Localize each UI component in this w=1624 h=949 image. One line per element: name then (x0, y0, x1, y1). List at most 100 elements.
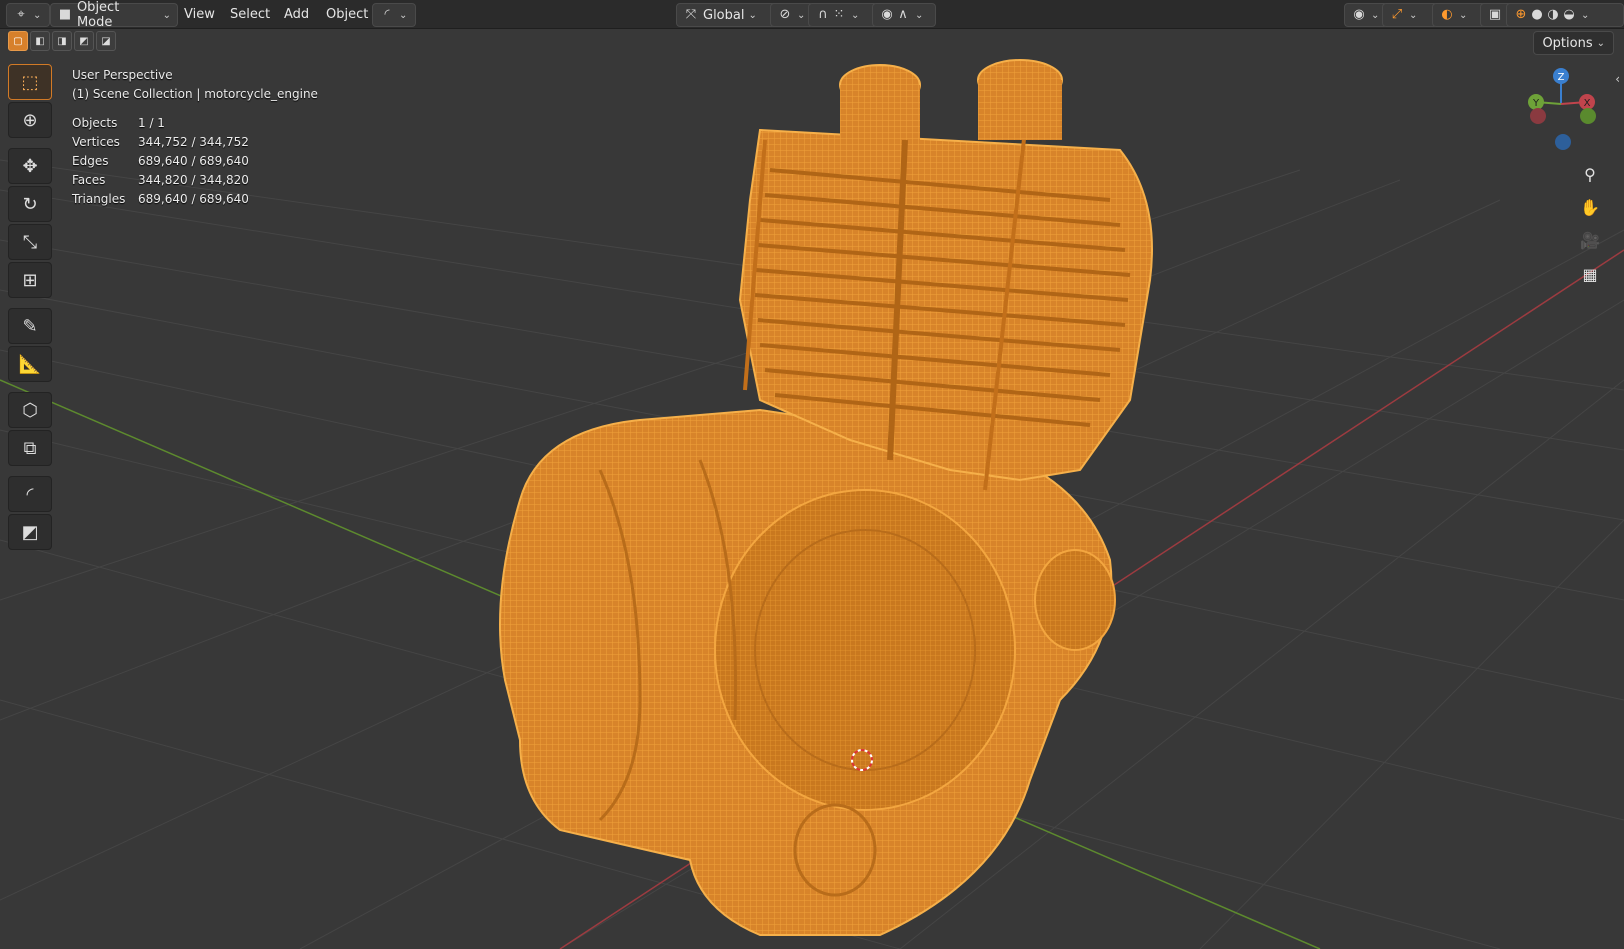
proportional-edit-icon: ◉ (881, 7, 893, 22)
material-shading-icon[interactable]: ◑ (1545, 7, 1561, 23)
editor-type-button[interactable]: ⌖ ⌄ (6, 3, 50, 27)
chevron-down-icon: ⌄ (748, 9, 757, 21)
move-tool[interactable]: ✥ (8, 148, 52, 184)
orientation-dropdown[interactable]: ⤧ Global ⌄ (676, 3, 778, 27)
orientation-icon: ⤧ (685, 7, 697, 22)
chevron-down-icon: ⌄ (162, 9, 171, 21)
chevron-down-icon: ⌄ (1371, 9, 1380, 21)
shear-tool[interactable]: ⧉ (8, 430, 52, 466)
orientation-label: Global (703, 7, 745, 23)
curve-icon: ◜ (384, 7, 390, 22)
stat-value: 344,752 / 344,752 (138, 135, 249, 149)
rotate-icon: ↻ (22, 193, 38, 215)
y-axis-label: Y (1532, 98, 1540, 109)
shading-buttons[interactable]: ⊕ ● ◑ ◒ ⌄ (1506, 3, 1624, 27)
stat-label: Triangles (72, 192, 126, 206)
zoom-icon[interactable]: ⚲ (1576, 160, 1604, 188)
pan-hand-icon[interactable]: ✋ (1576, 193, 1604, 221)
transform-icon: ⊞ (22, 269, 38, 291)
wireframe-shading-icon[interactable]: ⊕ (1513, 7, 1529, 23)
chevron-down-icon: ⌄ (399, 9, 408, 21)
scale-tool[interactable]: ⤡ (8, 224, 52, 260)
transform-tool[interactable]: ⊞ (8, 262, 52, 298)
select-new-icon[interactable]: ▢ (8, 31, 28, 51)
cursor-icon: ⊕ (22, 109, 38, 131)
pivot-icon: ⊘ (779, 7, 791, 22)
chevron-down-icon: ⌄ (1459, 9, 1468, 21)
snap-button[interactable]: ∩ ⁙ ⌄ (808, 3, 878, 27)
measure-icon: 📐 (18, 353, 42, 375)
stat-label: Edges (72, 154, 109, 168)
select-box-tool[interactable]: ⬚ (8, 64, 52, 100)
neg-z-handle[interactable] (1555, 134, 1571, 150)
camera-view-icon[interactable]: 🎥 (1576, 226, 1604, 254)
gizmo-toggle-button[interactable]: ⤢ ⌄ (1382, 3, 1438, 27)
curve-tool[interactable]: ◜ (8, 476, 52, 512)
header-bar: ⌖ ⌄ ■ Object Mode ⌄ View Select Add Objec… (0, 0, 1624, 30)
cursor-tool[interactable]: ⊕ (8, 102, 52, 138)
eye-icon: ◉ (1353, 7, 1365, 22)
viewport-info-overlay: User Perspective (1) Scene Collection | … (72, 66, 318, 209)
chevron-down-icon: ⌄ (1581, 9, 1590, 21)
rotate-tool[interactable]: ↻ (8, 186, 52, 222)
stat-row: Faces 344,820 / 344,820 (72, 171, 318, 190)
mode-dropdown[interactable]: ■ Object Mode ⌄ (50, 0, 178, 30)
scale-icon: ⤡ (22, 231, 38, 253)
navigation-gizmo[interactable]: Z Y X (1516, 64, 1606, 164)
select-invert-icon[interactable]: ◩ (74, 31, 94, 51)
select-intersect-icon[interactable]: ◪ (96, 31, 116, 51)
annotate-icon: ✎ (22, 315, 38, 337)
add-cube-icon: ⬡ (22, 399, 38, 421)
stat-label: Vertices (72, 135, 120, 149)
scene-statistics: Objects 1 / 1 Vertices 344,752 / 344,752 E… (72, 114, 318, 209)
options-label: Options (1542, 35, 1593, 51)
collection-line: (1) Scene Collection | motorcycle_engine (72, 87, 318, 101)
stat-row: Edges 689,640 / 689,640 (72, 152, 318, 171)
select-subtract-icon[interactable]: ◨ (52, 31, 72, 51)
neg-y-handle[interactable] (1580, 108, 1596, 124)
snap-grid-icon: ⁙ (833, 7, 845, 22)
stat-value: 344,820 / 344,820 (138, 173, 249, 187)
chevron-down-icon: ⌄ (797, 9, 806, 21)
chevron-down-icon: ⌄ (915, 9, 924, 21)
chevron-down-icon: ⌄ (1409, 9, 1418, 21)
menu-view[interactable]: View (176, 3, 223, 25)
tool-shelf: ⬚ ⊕ ✥ ↻ ⤡ ⊞ ✎ 📐 ⬡ ⧉ ◜ ◩ (8, 64, 52, 550)
select-extend-icon[interactable]: ◧ (30, 31, 50, 51)
solid-shading-icon[interactable]: ● (1529, 7, 1545, 23)
chevron-down-icon: ⌄ (33, 9, 42, 21)
move-icon: ✥ (22, 155, 38, 177)
menu-select[interactable]: Select (222, 3, 278, 25)
stat-value: 689,640 / 689,640 (138, 154, 249, 168)
curve-icon: ◜ (26, 483, 34, 505)
gizmo-options-button[interactable]: ◜ ⌄ (372, 3, 416, 27)
orthographic-toggle-icon[interactable]: ▦ (1576, 260, 1604, 288)
view-name: User Perspective (72, 68, 173, 82)
stat-value: 689,640 / 689,640 (138, 192, 249, 206)
selection-mode-group: ▢ ◧ ◨ ◩ ◪ (8, 31, 116, 53)
proportional-edit-button[interactable]: ◉ ∧ ⌄ (872, 3, 936, 27)
menu-object[interactable]: Object (318, 3, 376, 25)
editor-type-icon: ⌖ (17, 7, 25, 22)
menu-add[interactable]: Add (276, 3, 317, 25)
shear-icon: ⧉ (23, 437, 37, 459)
magnet-icon: ∩ (818, 7, 828, 22)
overlays-icon: ◐ (1441, 7, 1453, 22)
mode-label: Object Mode (76, 0, 120, 30)
add-cube-tool[interactable]: ⬡ (8, 392, 52, 428)
x-axis-label: X (1584, 98, 1591, 109)
options-dropdown[interactable]: Options ⌄ (1533, 31, 1614, 55)
annotate-tool[interactable]: ✎ (8, 308, 52, 344)
sidebar-toggle-icon[interactable]: ‹ (1615, 72, 1620, 86)
box-tool[interactable]: ◩ (8, 514, 52, 550)
measure-tool[interactable]: 📐 (8, 346, 52, 382)
object-mode-icon: ■ (58, 7, 72, 22)
z-axis-label: Z (1558, 72, 1565, 83)
box-icon: ◩ (21, 521, 39, 543)
stat-row: Objects 1 / 1 (72, 114, 318, 133)
stat-row: Vertices 344,752 / 344,752 (72, 133, 318, 152)
gizmo-icon: ⤢ (1391, 7, 1403, 22)
neg-x-handle[interactable] (1530, 108, 1546, 124)
rendered-shading-icon[interactable]: ◒ (1561, 7, 1577, 23)
chevron-down-icon: ⌄ (1596, 37, 1605, 49)
